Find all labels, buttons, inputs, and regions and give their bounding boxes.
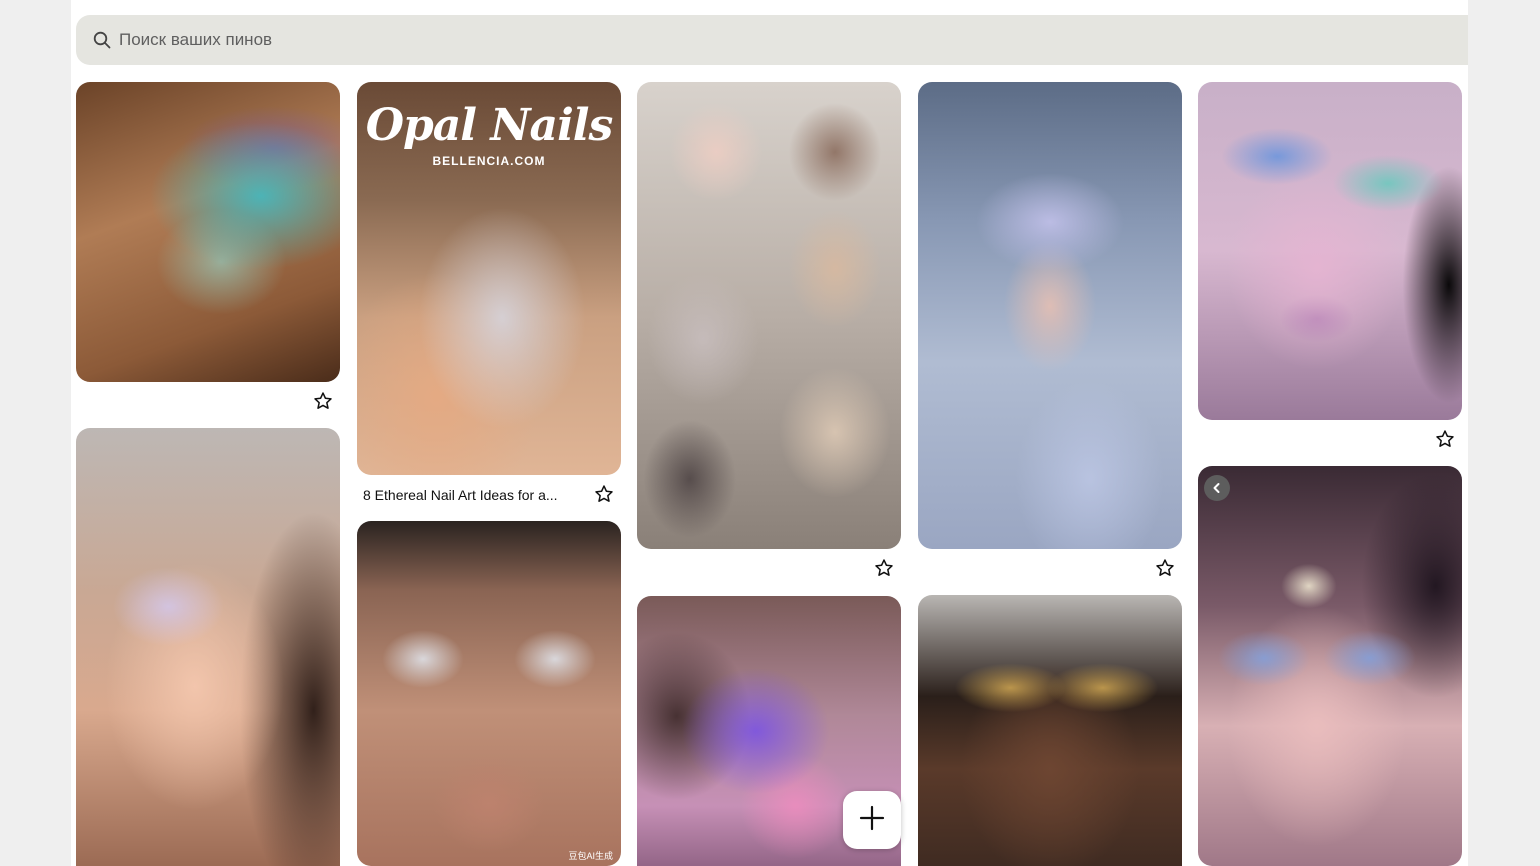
pin-image[interactable] xyxy=(637,82,901,549)
pin-column-1 xyxy=(76,82,340,866)
pin-card[interactable] xyxy=(1198,82,1462,460)
pin-footer: 8 Ethereal Nail Art Ideas for a... xyxy=(357,475,621,515)
pin-column-2: Opal Nails BELLENCIA.COM 8 Ethereal Nail… xyxy=(357,82,621,866)
watermark-text: 豆包AI生成 xyxy=(568,851,613,861)
overlay-title: Opal Nails xyxy=(365,100,614,151)
pin-image[interactable] xyxy=(1198,82,1462,420)
pin-image[interactable] xyxy=(918,82,1182,549)
pin-column-5 xyxy=(1198,82,1462,866)
star-outline-icon[interactable] xyxy=(1434,428,1456,450)
pin-card[interactable] xyxy=(76,82,340,422)
pin-image[interactable] xyxy=(76,428,340,866)
pin-card[interactable] xyxy=(637,82,901,589)
pin-image[interactable] xyxy=(918,595,1182,866)
pin-image[interactable]: 豆包AI生成 xyxy=(357,521,621,866)
pin-footer xyxy=(76,382,340,422)
pin-image[interactable] xyxy=(76,82,340,382)
pin-footer xyxy=(918,549,1182,589)
star-outline-icon[interactable] xyxy=(593,483,615,505)
pin-card[interactable]: 豆包AI生成 xyxy=(357,521,621,866)
star-outline-icon[interactable] xyxy=(1154,557,1176,579)
star-outline-icon[interactable] xyxy=(312,390,334,412)
pin-footer xyxy=(637,549,901,589)
pin-grid: Opal Nails BELLENCIA.COM 8 Ethereal Nail… xyxy=(76,82,1468,866)
pin-image[interactable] xyxy=(1198,466,1462,866)
pin-card[interactable] xyxy=(918,595,1182,866)
search-input[interactable] xyxy=(117,29,721,51)
star-outline-icon[interactable] xyxy=(873,557,895,579)
plus-icon xyxy=(859,805,885,836)
search-bar[interactable] xyxy=(76,15,1468,65)
pin-card[interactable] xyxy=(76,428,340,866)
pin-image[interactable]: Opal Nails BELLENCIA.COM xyxy=(357,82,621,475)
pin-column-4 xyxy=(918,82,1182,866)
pin-column-3 xyxy=(637,82,901,866)
pins-panel: Opal Nails BELLENCIA.COM 8 Ethereal Nail… xyxy=(71,0,1468,866)
chevron-left-icon[interactable] xyxy=(1204,475,1230,501)
pin-card[interactable] xyxy=(918,82,1182,589)
overlay-site: BELLENCIA.COM xyxy=(432,154,546,168)
pin-card[interactable] xyxy=(1198,466,1462,866)
add-pin-button[interactable] xyxy=(843,791,901,849)
pin-card[interactable]: Opal Nails BELLENCIA.COM 8 Ethereal Nail… xyxy=(357,82,621,515)
pin-footer xyxy=(1198,420,1462,460)
search-icon xyxy=(93,31,111,49)
pin-title[interactable]: 8 Ethereal Nail Art Ideas for a... xyxy=(363,487,558,503)
